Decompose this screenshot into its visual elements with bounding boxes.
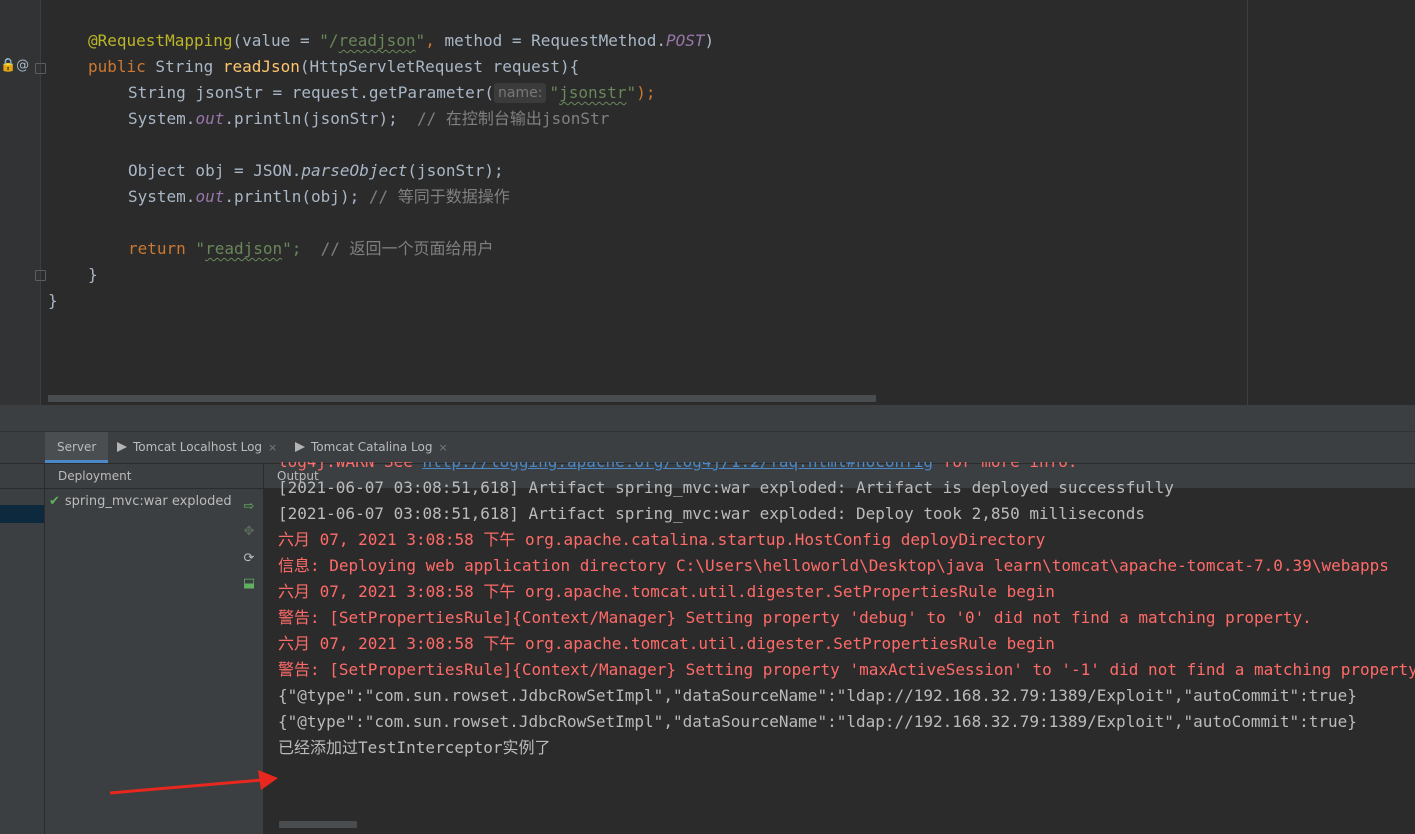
gutter-divider (40, 0, 41, 405)
output-line: 警告: [SetPropertiesRule]{Context/Manager}… (278, 660, 1415, 679)
close-icon[interactable]: × (438, 441, 447, 454)
deployment-item-label: spring_mvc:war exploded (64, 494, 232, 509)
code-editor[interactable]: 🔒@ @RequestMapping(value = "/readjson", … (0, 0, 1415, 405)
parameter-hint: name: (494, 83, 547, 103)
tab-tomcat-localhost-log[interactable]: Tomcat Localhost Log × (117, 432, 277, 463)
output-line: 六月 07, 2021 3:08:58 下午 org.apache.tomcat… (278, 634, 1055, 653)
close-icon[interactable]: × (268, 441, 277, 454)
output-panel[interactable]: Output log4j:WARN See http://logging.apa… (264, 462, 1415, 834)
deployment-item[interactable]: ✔ spring_mvc:war exploded (49, 492, 232, 512)
log-tab-icon (295, 442, 305, 452)
services-tree-toolbar (0, 464, 44, 489)
deploy-icon[interactable]: ⬓ (242, 577, 256, 591)
code-line-method-close: } (88, 265, 98, 284)
code-line-return: return "readjson"; // 返回一个页面给用户 (128, 239, 494, 258)
fold-method-end-icon[interactable] (35, 270, 46, 281)
refresh-icon[interactable]: ⟳ (242, 552, 256, 566)
output-line: {"@type":"com.sun.rowset.JdbcRowSetImpl"… (278, 712, 1357, 731)
deployment-header: Deployment (45, 464, 263, 489)
fold-method-icon[interactable] (35, 63, 46, 74)
output-line-text: log4j:WARN See (278, 462, 423, 471)
tool-window-header (0, 405, 1415, 432)
output-line-text: for more info. (933, 462, 1078, 471)
code-line-parse-object: Object obj = JSON.parseObject(jsonStr); (128, 161, 504, 180)
tab-server[interactable]: Server (45, 432, 109, 463)
services-tool-window: Server Tomcat Localhost Log × Tomcat Cata… (0, 405, 1415, 834)
tab-tomcat-catalina-log[interactable]: Tomcat Catalina Log × (295, 432, 448, 463)
deploy-all-icon[interactable]: ⇨ (242, 500, 256, 514)
code-line-method-signature: public String readJson(HttpServletReques… (88, 57, 580, 76)
right-margin-guide (1247, 0, 1248, 405)
undeploy-icon[interactable]: ✥ (242, 525, 256, 539)
log-tab-icon (117, 442, 127, 452)
code-line-request-mapping: @RequestMapping(value = "/readjson", met… (88, 31, 715, 50)
selected-service-row[interactable] (0, 505, 44, 523)
check-icon: ✔ (49, 494, 60, 509)
output-horizontal-scrollbar[interactable] (279, 821, 357, 828)
output-line: 六月 07, 2021 3:08:58 下午 org.apache.catali… (278, 530, 1046, 549)
editor-horizontal-scrollbar[interactable] (48, 395, 876, 402)
gutter-annotation-icon[interactable]: 🔒@ (0, 58, 29, 73)
deployment-panel: Deployment ✔ spring_mvc:war exploded ⇨ ✥ … (45, 464, 264, 834)
output-link[interactable]: http://logging.apache.org/log4j/1.2/faq.… (423, 462, 934, 471)
output-line: log4j:WARN See http://logging.apache.org… (278, 462, 1415, 475)
output-line: [2021-06-07 03:08:51,618] Artifact sprin… (278, 478, 1174, 497)
output-line: 警告: [SetPropertiesRule]{Context/Manager}… (278, 608, 1312, 627)
output-console[interactable]: log4j:WARN See http://logging.apache.org… (278, 462, 1415, 792)
output-line: {"@type":"com.sun.rowset.JdbcRowSetImpl"… (278, 686, 1357, 705)
code-line-class-close: } (48, 291, 58, 310)
tool-window-tabbar: Server Tomcat Localhost Log × Tomcat Cata… (0, 432, 1415, 464)
code-line-println-obj: System.out.println(obj); // 等同于数据操作 (128, 187, 510, 206)
code-line-println-jsonstr: System.out.println(jsonStr); // 在控制台输出js… (128, 109, 610, 128)
output-line: [2021-06-07 03:08:51,618] Artifact sprin… (278, 504, 1145, 523)
output-line: 已经添加过TestInterceptor实例了 (278, 738, 551, 757)
output-line: 信息: Deploying web application directory … (278, 556, 1389, 575)
services-tree-panel (0, 464, 45, 834)
code-line-get-parameter: String jsonStr = request.getParameter(na… (128, 83, 656, 103)
output-line: 六月 07, 2021 3:08:58 下午 org.apache.tomcat… (278, 582, 1055, 601)
